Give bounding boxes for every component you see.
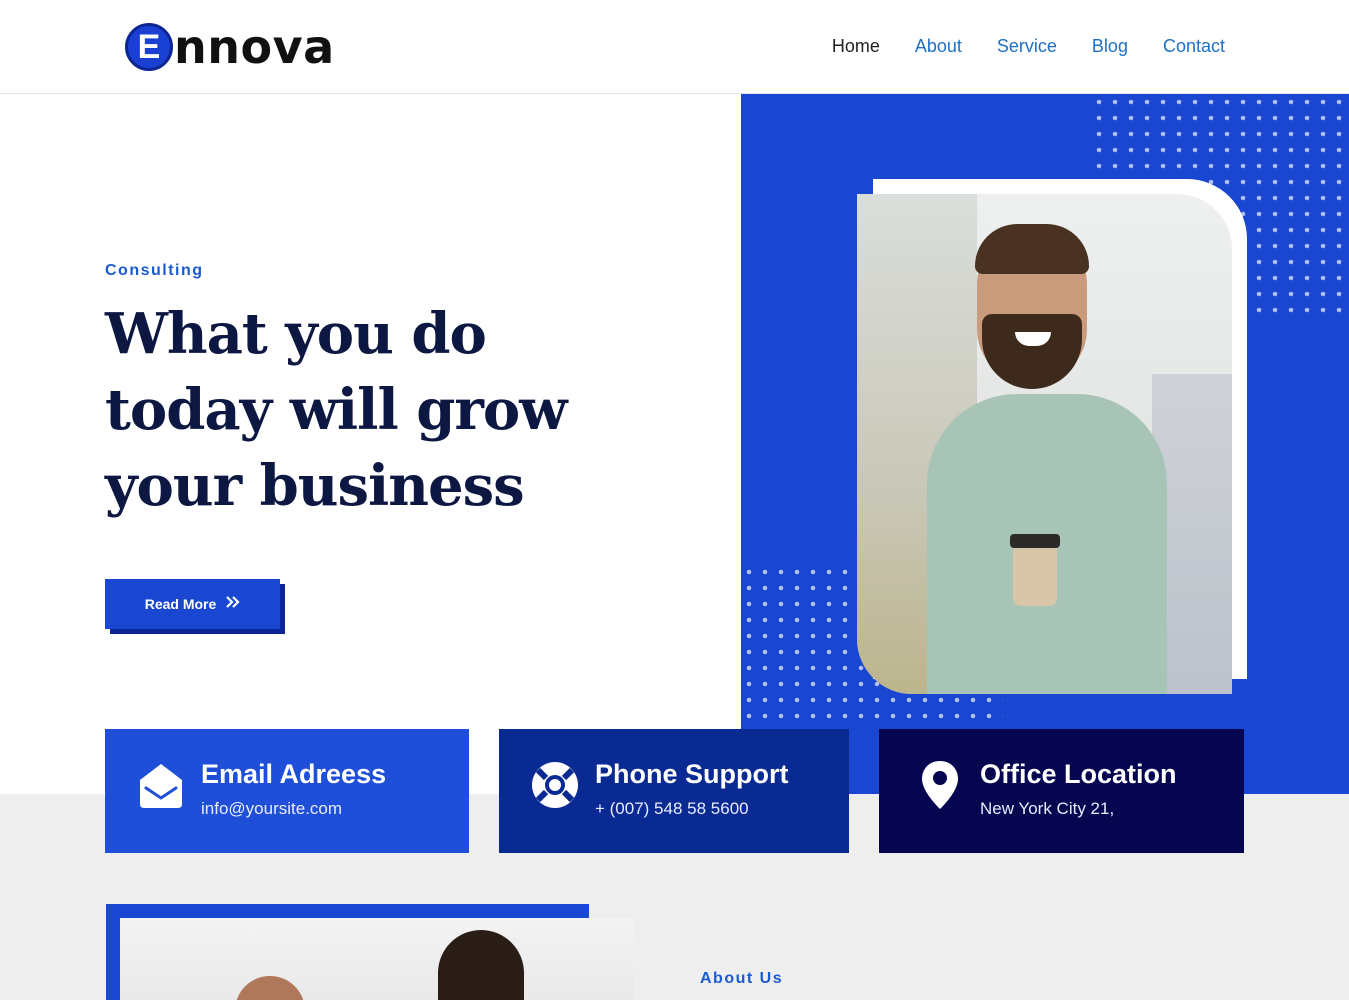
nav-home[interactable]: Home xyxy=(832,36,880,57)
logo-text: nnova xyxy=(174,20,335,74)
location-card-title: Office Location xyxy=(980,759,1177,789)
nav-contact[interactable]: Contact xyxy=(1163,36,1225,57)
hero-content: Consulting What you do today will grow y… xyxy=(105,262,665,524)
hero-eyebrow: Consulting xyxy=(105,262,204,279)
about-eyebrow: About Us xyxy=(700,970,784,987)
nav-about[interactable]: About xyxy=(915,36,962,57)
phone-card[interactable]: Phone Support + (007) 548 58 5600 xyxy=(499,729,849,853)
lifebuoy-icon xyxy=(529,759,581,811)
map-pin-icon xyxy=(914,759,966,811)
email-card-title: Email Adreess xyxy=(201,759,387,789)
location-card-value: New York City 21, xyxy=(980,799,1115,818)
nav-service[interactable]: Service xyxy=(997,36,1057,57)
read-more-button-wrap: Read More xyxy=(105,579,285,634)
envelope-open-icon xyxy=(135,759,187,811)
read-more-button[interactable]: Read More xyxy=(105,579,280,629)
site-header: E nnova Home About Service Blog Contact xyxy=(0,0,1349,94)
read-more-label: Read More xyxy=(144,596,217,612)
logo-mark: E xyxy=(125,23,173,71)
phone-card-value: + (007) 548 58 5600 xyxy=(595,799,749,818)
email-card-value: info@yoursite.com xyxy=(201,799,343,818)
main-nav: Home About Service Blog Contact xyxy=(832,36,1225,57)
nav-blog[interactable]: Blog xyxy=(1092,36,1128,57)
about-photo xyxy=(120,918,634,1000)
email-card[interactable]: Email Adreess info@yoursite.com xyxy=(105,729,469,853)
phone-card-title: Phone Support xyxy=(595,759,789,789)
logo[interactable]: E nnova xyxy=(125,22,335,72)
hero-headline: What you do today will grow your busines… xyxy=(105,301,567,519)
double-chevron-right-icon xyxy=(226,595,240,613)
hero-photo xyxy=(857,194,1232,694)
location-card[interactable]: Office Location New York City 21, xyxy=(879,729,1244,853)
